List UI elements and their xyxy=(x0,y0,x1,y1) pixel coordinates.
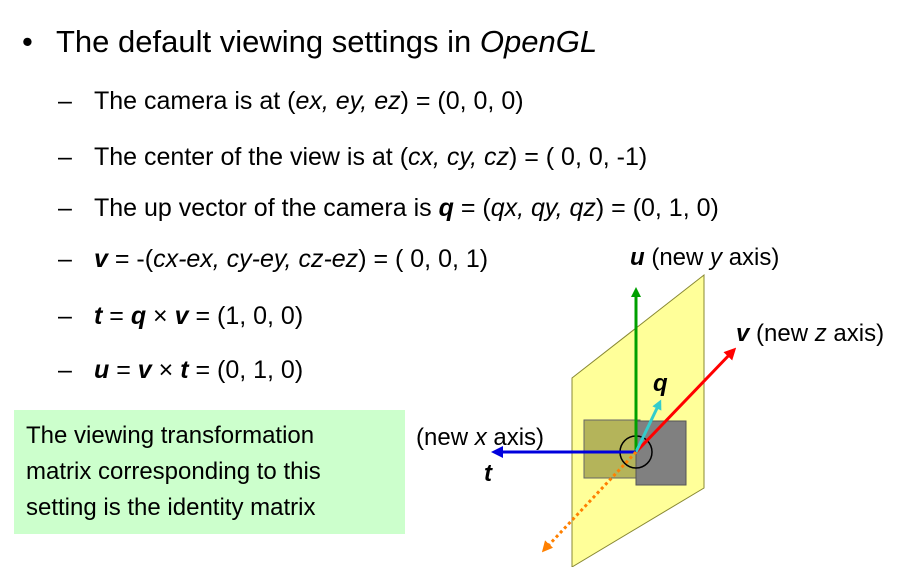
q-label: q xyxy=(653,370,668,397)
back-square xyxy=(583,419,641,479)
camera-axes-diagram xyxy=(491,273,737,567)
front-square xyxy=(635,420,687,486)
slide: • The default viewing settings in OpenGL… xyxy=(0,0,901,567)
u-axis-label: u (new y axis) xyxy=(630,244,780,271)
v-axis-label: v (new z axis) xyxy=(736,320,885,347)
x-axis-label: (new x axis) xyxy=(416,424,545,451)
t-label: t xyxy=(484,460,492,487)
